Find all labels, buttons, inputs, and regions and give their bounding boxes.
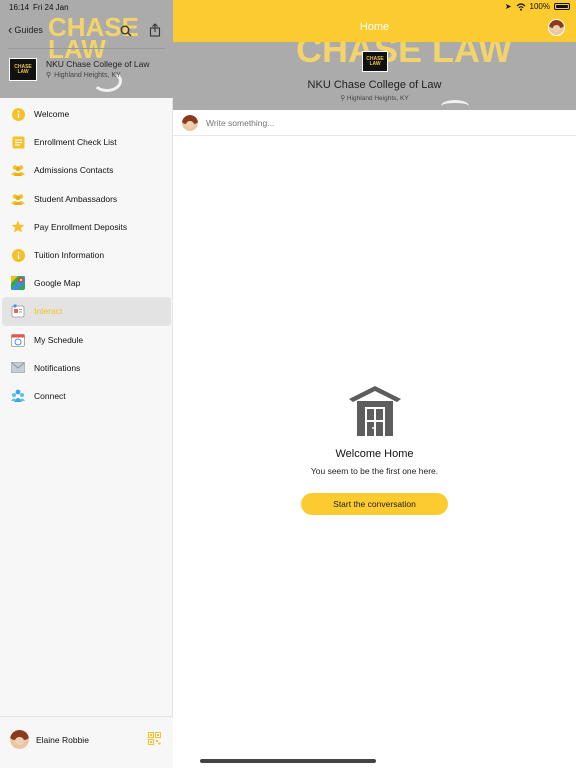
- profile-avatar[interactable]: [548, 19, 565, 36]
- battery-percent: 100%: [529, 2, 550, 11]
- org-location-text: Highland Heights, KY: [346, 95, 409, 102]
- sidebar-footer: Elaine Robbie: [0, 716, 173, 768]
- menu-item-label: Interact: [34, 306, 63, 317]
- connect-icon: [11, 389, 25, 403]
- menu-item-student-ambassadors[interactable]: Student Ambassadors: [2, 185, 171, 213]
- back-label: Guides: [14, 25, 43, 35]
- battery-icon: [554, 3, 570, 10]
- menu-item-label: Tuition Information: [34, 250, 105, 261]
- menu-item-interact[interactable]: Interact: [2, 297, 171, 326]
- sidebar-header: CHASE LAW ‹ Guides CHASE LAW NKU Chase C…: [0, 0, 173, 98]
- info-icon: [11, 248, 25, 262]
- calendar-icon: [11, 333, 25, 347]
- menu-item-label: Admissions Contacts: [34, 165, 114, 176]
- org-name: NKU Chase College of Law: [46, 59, 150, 69]
- mail-icon: [11, 361, 25, 375]
- home-indicator[interactable]: [200, 759, 376, 763]
- sidebar: CHASE LAW ‹ Guides CHASE LAW NKU Chase C…: [0, 0, 173, 768]
- org-location: ⚲ Highland Heights, KY: [173, 94, 576, 102]
- location-pin-icon: ⚲: [46, 72, 52, 79]
- post-input[interactable]: [206, 118, 506, 128]
- qr-code-icon[interactable]: [148, 732, 161, 745]
- share-icon[interactable]: [149, 23, 161, 37]
- user-avatar[interactable]: [10, 730, 29, 749]
- org-banner: CHASE LAW CHASE LAW NKU Chase College of…: [173, 42, 576, 110]
- org-logo: CHASE LAW: [9, 58, 37, 81]
- menu-item-tuition-information[interactable]: Tuition Information: [2, 241, 171, 269]
- menu-item-label: Connect: [34, 390, 66, 401]
- menu-item-welcome[interactable]: Welcome: [2, 100, 171, 128]
- empty-state-subtitle: You seem to be the first one here.: [310, 466, 439, 476]
- org-location-text: Highland Heights, KY: [54, 71, 121, 79]
- user-name[interactable]: Elaine Robbie: [36, 735, 89, 745]
- menu-item-label: Pay Enrollment Deposits: [34, 221, 128, 232]
- menu-item-google-map[interactable]: Google Map: [2, 269, 171, 297]
- back-to-guides-button[interactable]: ‹ Guides: [8, 22, 43, 37]
- empty-state-title: Welcome Home: [335, 448, 414, 460]
- status-time: 16:14: [9, 3, 30, 12]
- menu-item-pay-enrollment-deposits[interactable]: Pay Enrollment Deposits: [2, 213, 171, 241]
- menu-item-label: Student Ambassadors: [34, 193, 118, 204]
- interact-icon: [11, 304, 25, 318]
- menu-item-notifications[interactable]: Notifications: [2, 354, 171, 382]
- start-conversation-button[interactable]: Start the conversation: [301, 493, 448, 515]
- menu-item-my-schedule[interactable]: My Schedule: [2, 326, 171, 354]
- menu-item-label: Enrollment Check List: [34, 137, 117, 148]
- people-icon: [11, 163, 25, 177]
- star-icon: [11, 220, 25, 234]
- header-divider: [8, 48, 165, 49]
- post-composer: [173, 110, 576, 136]
- location-pin-icon: ⚲: [340, 95, 347, 102]
- wifi-icon: [516, 2, 525, 11]
- location-arrow-icon: ➤: [504, 2, 512, 11]
- checklist-icon: [11, 135, 25, 149]
- menu-item-label: Welcome: [34, 109, 70, 120]
- menu-item-admissions-contacts[interactable]: Admissions Contacts: [2, 156, 171, 184]
- menu-item-connect[interactable]: Connect: [2, 382, 171, 410]
- page-title: Home: [359, 21, 390, 33]
- status-bar: 16:14 Fri 24 Jan ➤ 100%: [0, 0, 576, 14]
- menu-item-label: Google Map: [34, 278, 81, 289]
- chevron-left-icon: ‹: [8, 22, 13, 37]
- house-icon: [349, 386, 401, 436]
- menu-item-label: My Schedule: [34, 334, 84, 345]
- status-date: Fri 24 Jan: [33, 3, 69, 12]
- composer-avatar: [182, 115, 198, 131]
- guide-menu: Welcome Enrollment Check List Admissions…: [0, 100, 173, 410]
- org-name: NKU Chase College of Law: [307, 79, 442, 91]
- search-icon[interactable]: [120, 25, 132, 37]
- info-icon: [11, 107, 25, 121]
- org-location: ⚲ Highland Heights, KY: [46, 71, 121, 80]
- menu-item-label: Notifications: [34, 362, 81, 373]
- status-right: ➤ 100%: [505, 2, 570, 11]
- org-logo: CHASE LAW: [362, 51, 388, 72]
- people-icon: [11, 192, 25, 206]
- map-icon: [11, 276, 25, 291]
- banner-graphic: CHASE LAW: [296, 42, 512, 70]
- menu-item-enrollment-check-list[interactable]: Enrollment Check List: [2, 128, 171, 156]
